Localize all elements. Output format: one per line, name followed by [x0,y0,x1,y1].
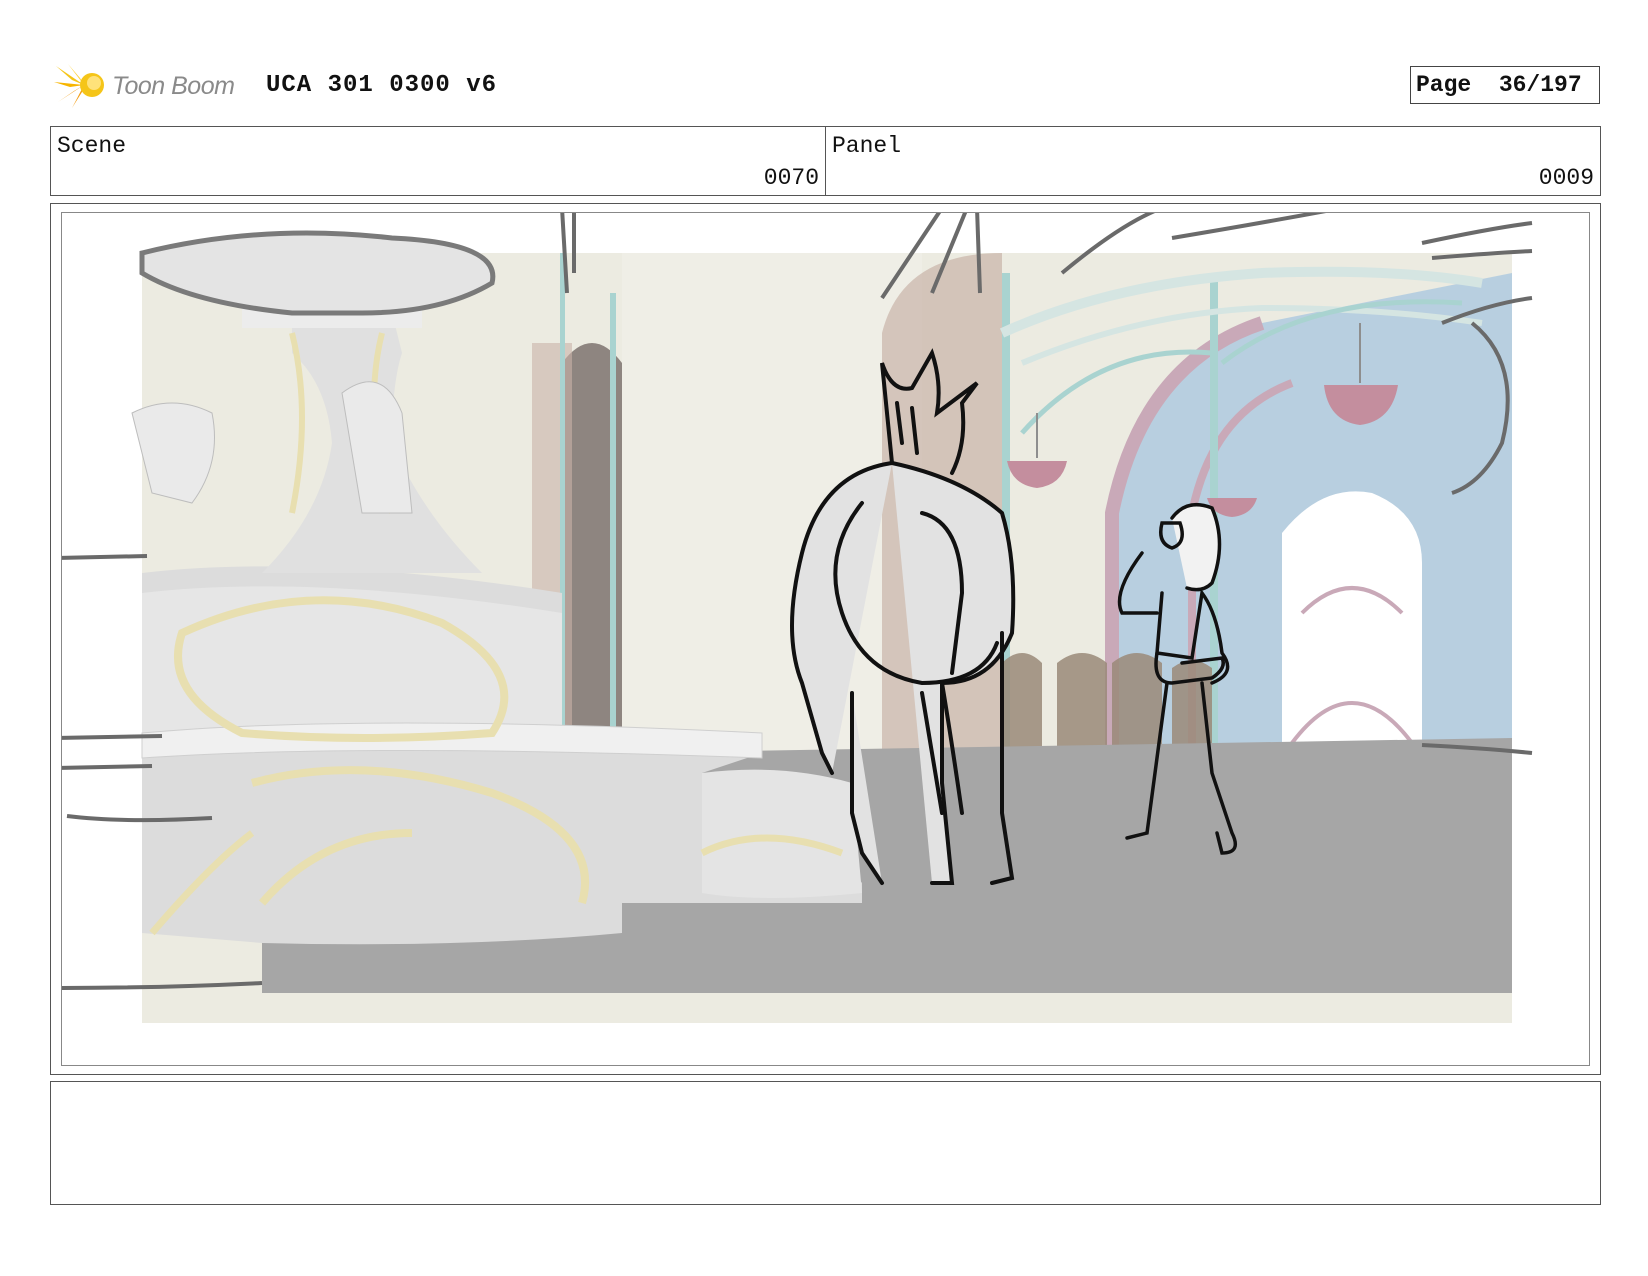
logo-text: Toon Boom [112,72,235,100]
page-header: Toon Boom UCA 301 0300 v6 Page 36/197 [50,58,1600,110]
page-indicator: Page 36/197 [1410,66,1600,104]
window-opening [1282,491,1422,753]
logo-burst-icon [54,64,104,108]
scene-cell: Scene 0070 [51,127,825,195]
scene-label: Scene [57,133,127,159]
scene-panel-info: Scene 0070 Panel 0009 [50,126,1601,196]
document-title: UCA 301 0300 v6 [266,72,498,99]
panel-image [61,212,1590,1066]
panel-notes [50,1081,1601,1205]
scene-illustration [62,213,1533,1023]
storyboard-panel [50,203,1601,1075]
benches [1002,653,1212,753]
page-label: Page [1416,72,1472,98]
panel-number: 0009 [1538,165,1594,191]
page-number: 36/197 [1498,72,1582,98]
panel-label: Panel [832,133,902,159]
panel-cell: Panel 0009 [825,127,1600,195]
scene-number: 0070 [763,165,819,191]
toonboom-logo-icon: Toon Boom [54,60,244,110]
